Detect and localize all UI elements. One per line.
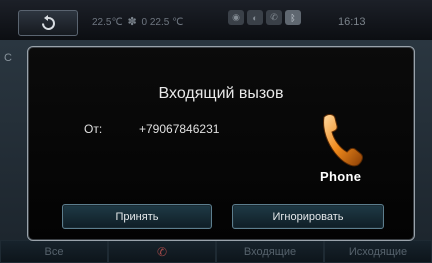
phone-label: Phone bbox=[320, 169, 362, 184]
temp-right: 22.5 bbox=[149, 17, 170, 28]
bluetooth-icon: ᛒ bbox=[285, 10, 301, 25]
phone-handset-icon bbox=[323, 114, 363, 167]
fan-icon: ✽ bbox=[127, 16, 137, 28]
climate-readout: 22.5℃ ✽ 0 22.5 ℃ bbox=[92, 15, 183, 28]
missed-call-icon: ✆ bbox=[156, 244, 168, 259]
fan-level: 0 bbox=[141, 17, 148, 28]
dialog-title: Входящий вызов bbox=[158, 85, 284, 102]
tab-outgoing[interactable]: Исходящие bbox=[324, 240, 432, 263]
back-button[interactable] bbox=[18, 10, 78, 36]
call-icon: ✆ bbox=[266, 10, 282, 25]
temp-unit: ℃ bbox=[111, 17, 123, 28]
tab-all[interactable]: Все bbox=[0, 240, 108, 263]
from-label: От: bbox=[84, 122, 103, 136]
tab-incoming[interactable]: Входящие bbox=[216, 240, 324, 263]
incoming-call-dialog: Входящий вызов От: +79067846231 Phone Пр… bbox=[27, 46, 415, 241]
status-bar: 22.5℃ ✽ 0 22.5 ℃ ◉ ◐ ✆ ᛒ 16:13 bbox=[0, 0, 432, 40]
temp-left: 22.5 bbox=[92, 17, 112, 28]
tab-missed[interactable]: ✆ bbox=[108, 240, 216, 263]
back-icon bbox=[42, 15, 55, 30]
media-icon: ◉ bbox=[228, 10, 244, 25]
steering-icon: ◐ bbox=[247, 10, 263, 25]
background-partial-text: C bbox=[4, 52, 12, 64]
bottom-tabs: Все ✆ Входящие Исходящие bbox=[0, 240, 432, 263]
temp-unit-right: ℃ bbox=[172, 17, 184, 28]
accept-call-button[interactable]: Принять bbox=[62, 204, 212, 229]
ignore-call-button[interactable]: Игнорировать bbox=[232, 204, 384, 229]
caller-number: +79067846231 bbox=[139, 122, 220, 136]
clock: 16:13 bbox=[338, 16, 366, 28]
status-icons: ◉ ◐ ✆ ᛒ bbox=[228, 10, 301, 25]
